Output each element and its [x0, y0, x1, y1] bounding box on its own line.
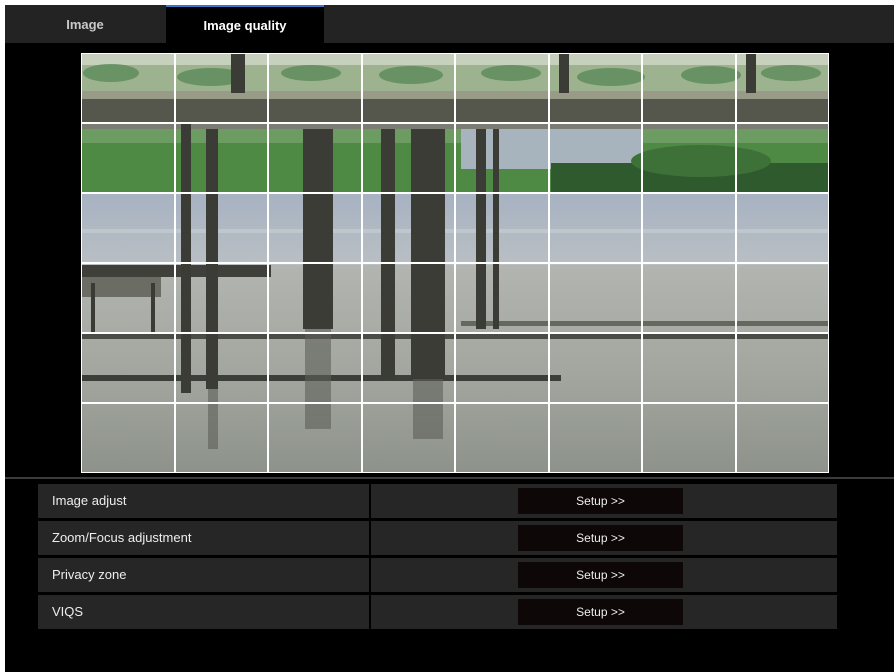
tab-image-quality[interactable]: Image quality [166, 5, 324, 43]
tab-image[interactable]: Image [5, 5, 165, 43]
grid-cell[interactable] [268, 53, 362, 123]
grid-cell[interactable] [81, 403, 175, 473]
grid-cell[interactable] [735, 193, 829, 263]
grid-cell[interactable] [268, 333, 362, 403]
grid-cell[interactable] [174, 263, 268, 333]
grid-cell[interactable] [548, 263, 642, 333]
zoom-focus-label: Zoom/Focus adjustment [52, 530, 192, 545]
grid-cell[interactable] [81, 263, 175, 333]
grid-cell[interactable] [455, 333, 549, 403]
grid-cell[interactable] [735, 53, 829, 123]
grid-cell[interactable] [548, 193, 642, 263]
grid-cell[interactable] [735, 333, 829, 403]
grid-cell[interactable] [174, 123, 268, 193]
privacy-zone-label: Privacy zone [52, 567, 127, 582]
image-adjust-setup-button[interactable]: Setup >> [518, 488, 683, 514]
column-separator [369, 521, 371, 555]
grid-cell[interactable] [268, 123, 362, 193]
grid-cell[interactable] [735, 263, 829, 333]
grid-cell[interactable] [642, 333, 736, 403]
grid-cell[interactable] [455, 123, 549, 193]
grid-cell[interactable] [361, 263, 455, 333]
grid-cell[interactable] [455, 403, 549, 473]
zoom-focus-setup-button[interactable]: Setup >> [518, 525, 683, 551]
grid-cell[interactable] [268, 263, 362, 333]
mask-grid [81, 53, 829, 473]
camera-setup-panel: Image Image quality Image adjust Setup >… [5, 5, 894, 672]
camera-preview [81, 53, 829, 473]
grid-cell[interactable] [548, 123, 642, 193]
grid-cell[interactable] [174, 333, 268, 403]
grid-cell[interactable] [642, 403, 736, 473]
grid-cell[interactable] [268, 193, 362, 263]
tab-bar: Image Image quality [5, 5, 894, 43]
grid-cell[interactable] [361, 53, 455, 123]
grid-cell[interactable] [81, 53, 175, 123]
grid-cell[interactable] [361, 193, 455, 263]
grid-cell[interactable] [548, 333, 642, 403]
grid-cell[interactable] [642, 263, 736, 333]
divider [5, 477, 894, 479]
grid-cell[interactable] [174, 193, 268, 263]
grid-cell[interactable] [174, 53, 268, 123]
column-separator [369, 484, 371, 518]
settings-table: Image adjust Setup >> Zoom/Focus adjustm… [38, 484, 837, 632]
grid-cell[interactable] [735, 123, 829, 193]
settings-row-privacy-zone: Privacy zone Setup >> [38, 558, 837, 592]
grid-cell[interactable] [361, 123, 455, 193]
grid-cell[interactable] [455, 263, 549, 333]
column-separator [369, 558, 371, 592]
settings-row-image-adjust: Image adjust Setup >> [38, 484, 837, 518]
grid-cell[interactable] [455, 53, 549, 123]
grid-cell[interactable] [548, 53, 642, 123]
grid-cell[interactable] [81, 333, 175, 403]
grid-cell[interactable] [361, 333, 455, 403]
grid-cell[interactable] [174, 403, 268, 473]
grid-cell[interactable] [548, 403, 642, 473]
grid-cell[interactable] [642, 193, 736, 263]
viqs-label: VIQS [52, 604, 84, 619]
grid-cell[interactable] [81, 193, 175, 263]
viqs-setup-button[interactable]: Setup >> [518, 599, 683, 625]
settings-row-zoom-focus: Zoom/Focus adjustment Setup >> [38, 521, 837, 555]
grid-cell[interactable] [361, 403, 455, 473]
privacy-zone-setup-button[interactable]: Setup >> [518, 562, 683, 588]
grid-cell[interactable] [735, 403, 829, 473]
grid-cell[interactable] [642, 53, 736, 123]
column-separator [369, 595, 371, 629]
grid-cell[interactable] [81, 123, 175, 193]
image-adjust-label: Image adjust [52, 493, 127, 508]
grid-cell[interactable] [268, 403, 362, 473]
grid-cell[interactable] [642, 123, 736, 193]
settings-row-viqs: VIQS Setup >> [38, 595, 837, 629]
grid-cell[interactable] [455, 193, 549, 263]
